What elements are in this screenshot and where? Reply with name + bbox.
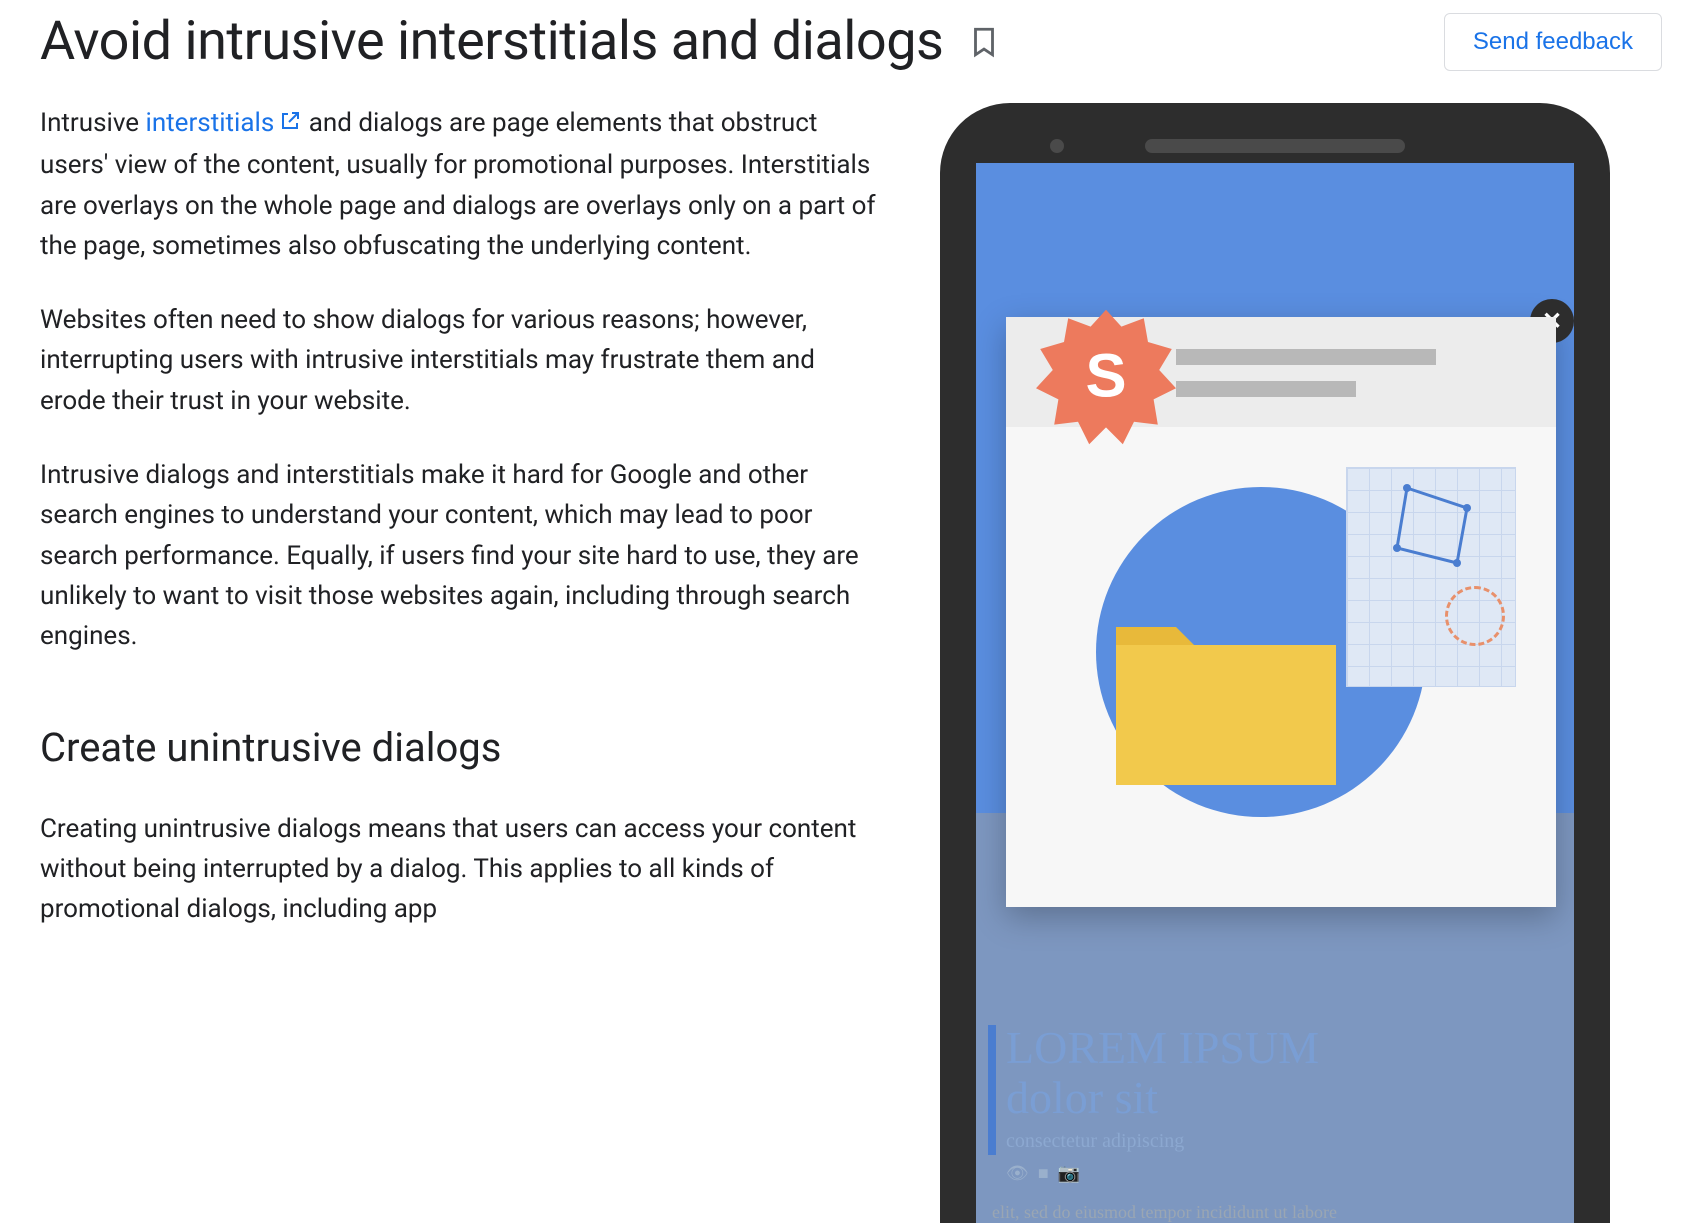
section-heading: Create unintrusive dialogs [40, 717, 880, 779]
phone-screen: LOREM IPSUM dolor sit consectetur adipis… [976, 163, 1574, 1223]
title-group: Avoid intrusive interstitials and dialog… [40, 10, 1001, 73]
popup-body [1006, 427, 1556, 907]
placeholder-line [1176, 381, 1356, 397]
article-accent-bar [988, 1025, 996, 1155]
article-subhead: consectetur adipiscing [1006, 1130, 1558, 1153]
intro-paragraph: Intrusive interstitials and dialogs are … [40, 103, 880, 266]
popup-header: S [1006, 317, 1556, 427]
placeholder-line [1176, 349, 1436, 365]
svg-text:S: S [1085, 342, 1126, 411]
article-headline-line1: LOREM IPSUM [1006, 1022, 1319, 1073]
send-feedback-button[interactable]: Send feedback [1444, 13, 1662, 71]
obscured-article: LOREM IPSUM dolor sit consectetur adipis… [992, 1023, 1558, 1223]
text-column: Intrusive interstitials and dialogs are … [40, 103, 880, 963]
page-title: Avoid intrusive interstitials and dialog… [40, 10, 943, 73]
external-link-icon [278, 105, 302, 145]
article-headline: LOREM IPSUM dolor sit [1006, 1023, 1558, 1124]
price-badge-icon: S [1036, 307, 1176, 447]
article-body-text: elit, sed do eiusmod tempor incididunt u… [992, 1202, 1558, 1223]
section-paragraph: Creating unintrusive dialogs means that … [40, 809, 880, 930]
intro-prefix: Intrusive [40, 108, 146, 138]
dashed-circle-icon [1445, 586, 1505, 646]
paragraph-2: Websites often need to show dialogs for … [40, 300, 880, 421]
folder-icon [1106, 597, 1346, 801]
page-header: Avoid intrusive interstitials and dialog… [40, 10, 1662, 73]
intrusive-popup: ✕ S [1006, 317, 1556, 907]
article-meta-icons: 👁 ■ 📷 [1006, 1163, 1558, 1184]
interstitials-link-text: interstitials [146, 108, 275, 138]
phone-speaker-icon [1145, 139, 1405, 153]
illustration: LOREM IPSUM dolor sit consectetur adipis… [940, 103, 1620, 1223]
interstitials-link[interactable]: interstitials [146, 108, 303, 138]
phone-frame: LOREM IPSUM dolor sit consectetur adipis… [940, 103, 1610, 1223]
paragraph-3: Intrusive dialogs and interstitials make… [40, 455, 880, 656]
bookmark-icon[interactable] [967, 25, 1001, 59]
phone-camera-icon [1050, 139, 1064, 153]
content-row: Intrusive interstitials and dialogs are … [40, 103, 1662, 1223]
article-headline-line2: dolor sit [1006, 1072, 1158, 1123]
document-icon [1346, 467, 1516, 687]
